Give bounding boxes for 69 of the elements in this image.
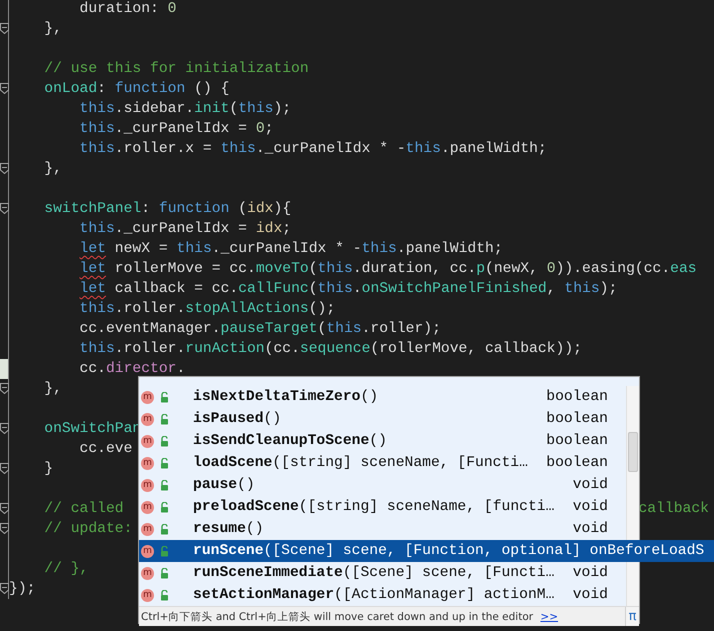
method-icon: m <box>141 390 154 404</box>
code-line: this._curPanelIdx = idx; <box>78 220 292 239</box>
unlocked-lock-icon <box>160 546 170 556</box>
more-link[interactable]: >> <box>540 610 558 622</box>
completion-item[interactable]: m isSendCleanupToScene() boolean <box>139 430 626 452</box>
hint-text: Ctrl+向下箭头 and Ctrl+向上箭头 will move caret down and up in the editor >> <box>140 610 558 624</box>
fold-icon[interactable] <box>0 83 9 94</box>
code-fragment: callback <box>638 500 709 519</box>
completion-item[interactable]: m resume() void <box>139 518 626 540</box>
code-line: let callback = cc.callFunc(this.onSwitchPanelFinished, this); <box>78 280 618 299</box>
method-icon: m <box>141 588 154 602</box>
method-icon: m <box>141 412 154 426</box>
fold-icon[interactable] <box>0 203 9 214</box>
code-line: this.roller.runAction(cc.sequence(rollerMove, callback)); <box>78 340 582 359</box>
code-line: cc.eve <box>78 440 132 459</box>
fold-icon[interactable] <box>0 23 9 34</box>
unlocked-lock-icon <box>160 480 170 490</box>
code-line: onLoad: function () { <box>43 80 230 99</box>
method-icon: m <box>141 500 154 514</box>
completion-item[interactable]: m isNextDeltaTimeZero() boolean <box>139 386 626 408</box>
code-line: }, <box>43 160 62 179</box>
code-line: // use this for initialization <box>43 60 309 79</box>
code-line: switchPanel: function (idx){ <box>43 200 292 219</box>
code-line: let newX = this._curPanelIdx * -this.panelWidth; <box>78 240 503 259</box>
pi-button[interactable]: π <box>625 607 639 626</box>
unlocked-lock-icon <box>160 436 170 446</box>
completion-item[interactable]: m runSceneImmediate([Scene] scene, [Functi… void <box>139 562 626 584</box>
completion-item[interactable]: m pause() void <box>139 474 626 496</box>
completion-item[interactable]: m isPaused() boolean <box>139 408 626 430</box>
code-line: cc.director. <box>78 360 186 379</box>
fold-icon[interactable] <box>0 503 9 514</box>
code-line: this.roller.x = this._curPanelIdx * -this.panelWidth; <box>78 140 547 159</box>
code-line: duration: 0 <box>78 0 176 19</box>
unlocked-lock-icon <box>160 502 170 512</box>
code-line: this._curPanelIdx = 0; <box>78 120 274 139</box>
method-icon: m <box>141 478 154 492</box>
code-line: }, <box>43 380 62 399</box>
unlocked-lock-icon <box>160 568 170 578</box>
completion-item[interactable]: m setActionManager([ActionManager] actionM… void <box>139 584 626 606</box>
code-line: // update: <box>43 520 132 539</box>
completion-item[interactable]: m loadScene([string] sceneName, [Functi… boolean <box>139 452 626 474</box>
code-line: // called <box>43 500 124 519</box>
fold-icon[interactable] <box>0 163 9 174</box>
fold-icon[interactable] <box>0 583 9 594</box>
fold-icon[interactable] <box>0 463 9 474</box>
code-line: }); <box>9 580 36 599</box>
method-icon: m <box>141 522 154 536</box>
code-line: } <box>43 460 54 479</box>
code-line: }, <box>43 20 62 39</box>
completion-item[interactable]: m preloadScene([string] sceneName, [functi… void <box>139 496 626 518</box>
method-icon: m <box>141 456 154 470</box>
unlocked-lock-icon <box>160 458 170 468</box>
unlocked-lock-icon <box>160 590 170 600</box>
method-icon: m <box>141 544 154 558</box>
code-line: onSwitchPan <box>43 420 142 439</box>
fold-icon[interactable] <box>0 423 9 434</box>
code-line: this.sidebar.init(this); <box>78 100 292 119</box>
code-line: let rollerMove = cc.moveTo(this.duration, cc.p(newX, 0)).easing(cc.eas <box>78 260 697 279</box>
unlocked-lock-icon <box>160 414 170 424</box>
code-line: cc.eventManager.pauseTarget(this.roller); <box>78 320 441 339</box>
code-line: // }, <box>43 560 88 579</box>
unlocked-lock-icon <box>160 392 170 402</box>
method-icon: m <box>141 566 154 580</box>
completion-item[interactable]: m runScene([Scene] scene, [Function, optional] onBeforeLoadS <box>139 540 714 562</box>
fold-icon[interactable] <box>0 523 9 534</box>
unlocked-lock-icon <box>160 524 170 534</box>
method-icon: m <box>141 434 154 448</box>
fold-icon[interactable] <box>0 383 9 394</box>
code-line: this.roller.stopAllActions(); <box>78 300 336 319</box>
